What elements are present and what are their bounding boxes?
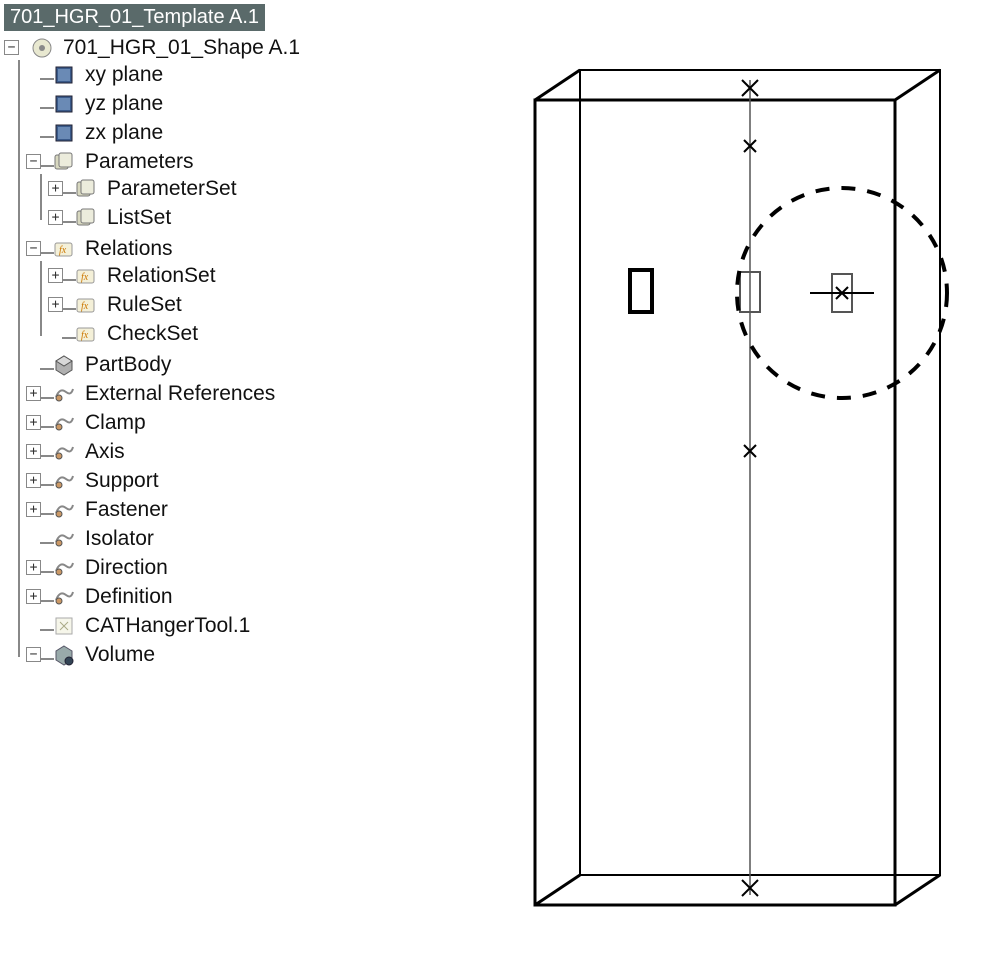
tree-node-label: RelationSet (107, 263, 216, 288)
expand-icon[interactable]: + (48, 210, 63, 225)
volume-icon (53, 644, 75, 666)
tree-root-node[interactable]: 701_HGR_01_Template A.1 (4, 4, 265, 31)
expander-none (48, 326, 63, 341)
tree-node[interactable]: +Definition (48, 584, 173, 609)
tree-node[interactable]: +ListSet (70, 205, 171, 230)
relation-icon (75, 294, 97, 316)
tree-node-label: CATHangerTool.1 (85, 613, 250, 638)
tree-node-label: zx plane (85, 120, 163, 145)
tree-node-label: Volume (85, 642, 155, 667)
tree-node[interactable]: +Fastener (48, 497, 168, 522)
tree-node[interactable]: CheckSet (70, 321, 198, 346)
geoset-icon (53, 383, 75, 405)
plane-icon (53, 122, 75, 144)
tree-node-label: RuleSet (107, 292, 182, 317)
collapse-icon[interactable]: − (26, 241, 41, 256)
ref-plane-right (810, 274, 874, 312)
specification-tree[interactable]: 701_HGR_01_Template A.1 −701_HGR_01_Shap… (0, 0, 460, 974)
tree-node[interactable]: −Volume (48, 642, 155, 667)
expander-none (26, 357, 41, 372)
tree-node[interactable]: −Parameters (48, 149, 194, 174)
expand-icon[interactable]: + (26, 560, 41, 575)
tree-node[interactable]: +Clamp (48, 410, 146, 435)
tree-node[interactable]: +RuleSet (70, 292, 182, 317)
tree-node-label: Direction (85, 555, 168, 580)
tree-node-label: Fastener (85, 497, 168, 522)
tree-node[interactable]: CATHangerTool.1 (48, 613, 250, 638)
plane-icon (53, 93, 75, 115)
expand-icon[interactable]: + (48, 181, 63, 196)
relation-icon (75, 265, 97, 287)
expand-icon[interactable]: + (26, 473, 41, 488)
tree-node[interactable]: zx plane (48, 120, 163, 145)
tree-node[interactable]: +External References (48, 381, 275, 406)
params-icon (75, 207, 97, 229)
expand-icon[interactable]: + (26, 386, 41, 401)
tree-node-label: Axis (85, 439, 125, 464)
tree-node[interactable]: yz plane (48, 91, 163, 116)
expander-none (26, 67, 41, 82)
tree-node[interactable]: +Axis (48, 439, 125, 464)
tree-node-label: Relations (85, 236, 173, 261)
tree-node-label: Isolator (85, 526, 154, 551)
expand-icon[interactable]: + (26, 444, 41, 459)
tree-node[interactable]: Isolator (48, 526, 154, 551)
collapse-icon[interactable]: − (26, 154, 41, 169)
tree-node-label: Parameters (85, 149, 194, 174)
expand-icon[interactable]: + (26, 589, 41, 604)
geoset-icon (53, 470, 75, 492)
tree-node-label: Definition (85, 584, 173, 609)
geoset-icon (53, 586, 75, 608)
expand-icon[interactable]: + (26, 502, 41, 517)
tree-node-label: yz plane (85, 91, 163, 116)
tree-node-label: CheckSet (107, 321, 198, 346)
params-icon (75, 178, 97, 200)
tree-node-label: Clamp (85, 410, 146, 435)
tree-node[interactable]: xy plane (48, 62, 163, 87)
viewport-svg (460, 0, 1000, 960)
tree-node[interactable]: +Support (48, 468, 159, 493)
collapse-icon[interactable]: − (4, 40, 19, 55)
part-icon (31, 37, 53, 59)
expander-none (26, 531, 41, 546)
3d-viewport[interactable] (460, 0, 1000, 974)
tree-node-label: Support (85, 468, 159, 493)
tree-root-label: 701_HGR_01_Template A.1 (10, 6, 259, 28)
expander-none (26, 618, 41, 633)
geoset-icon (53, 528, 75, 550)
expand-icon[interactable]: + (48, 268, 63, 283)
body-icon (53, 354, 75, 376)
hanger-icon (53, 615, 75, 637)
collapse-icon[interactable]: − (26, 647, 41, 662)
geoset-icon (53, 557, 75, 579)
tree-node[interactable]: −Relations (48, 236, 173, 261)
geoset-icon (53, 412, 75, 434)
tree-node-label: PartBody (85, 352, 171, 377)
relation-icon (53, 238, 75, 260)
tree-node-label: ListSet (107, 205, 171, 230)
expander-none (26, 96, 41, 111)
expander-none (26, 125, 41, 140)
ref-plane-left (630, 270, 652, 312)
tree-node-label: External References (85, 381, 275, 406)
params-icon (53, 151, 75, 173)
tree-node[interactable]: PartBody (48, 352, 171, 377)
tree-node-label: 701_HGR_01_Shape A.1 (63, 35, 300, 60)
expand-icon[interactable]: + (26, 415, 41, 430)
geoset-icon (53, 441, 75, 463)
tree-node-label: xy plane (85, 62, 163, 87)
tree-node[interactable]: +ParameterSet (70, 176, 237, 201)
tree-node[interactable]: +RelationSet (70, 263, 216, 288)
expand-icon[interactable]: + (48, 297, 63, 312)
plane-icon (53, 64, 75, 86)
geoset-icon (53, 499, 75, 521)
tree-node[interactable]: −701_HGR_01_Shape A.1 (26, 35, 300, 60)
tree-node[interactable]: +Direction (48, 555, 168, 580)
relation-icon (75, 323, 97, 345)
tree-node-label: ParameterSet (107, 176, 237, 201)
